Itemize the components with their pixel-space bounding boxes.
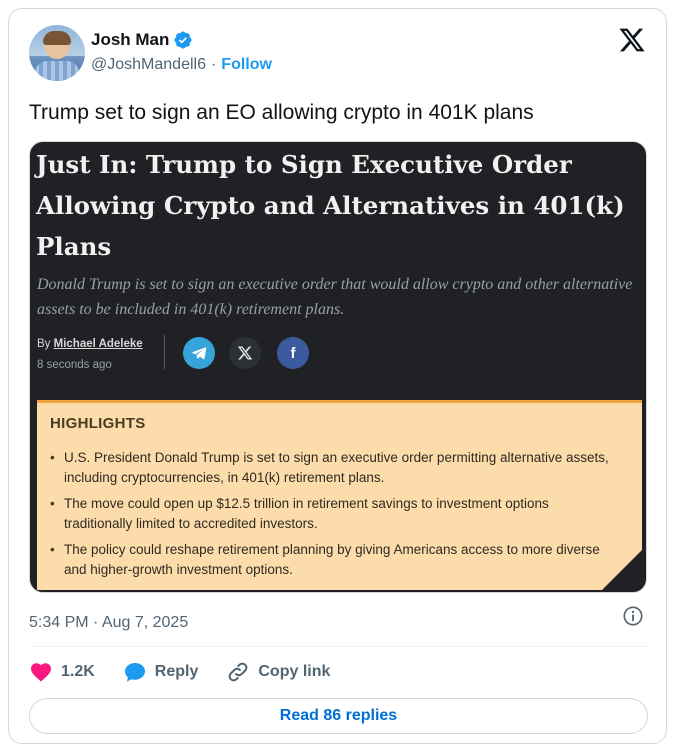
- highlights-list: U.S. President Donald Trump is set to si…: [50, 448, 620, 586]
- author-name-row: Josh Man: [91, 30, 193, 50]
- author-handle-row: @JoshMandell6 · Follow: [91, 56, 272, 74]
- action-bar: 1.2K Reply Copy link: [29, 654, 358, 690]
- article-headline: Just In: Trump to Sign Executive Order A…: [36, 150, 625, 261]
- follow-button[interactable]: Follow: [221, 56, 272, 74]
- byline-divider: [164, 335, 165, 369]
- article-author: Michael Adeleke: [53, 338, 143, 350]
- avatar[interactable]: [29, 25, 85, 81]
- article-time-ago: 8 seconds ago: [37, 359, 112, 371]
- x-logo-icon[interactable]: [618, 26, 646, 54]
- telegram-icon: [192, 347, 207, 360]
- like-count: 1.2K: [61, 663, 95, 680]
- article-subhead: Donald Trump is set to sign an executive…: [37, 276, 633, 318]
- reply-button[interactable]: Reply: [123, 660, 199, 684]
- link-icon: [229, 662, 248, 682]
- x-glyph-icon: [237, 346, 253, 360]
- read-replies-button[interactable]: Read 86 replies: [29, 698, 648, 734]
- highlight-item: U.S. President Donald Trump is set to si…: [50, 448, 620, 487]
- heart-icon: [31, 663, 51, 682]
- highlight-item: The move could open up $12.5 trillion in…: [50, 494, 620, 533]
- facebook-icon: f: [277, 337, 309, 369]
- x-share-icon: [229, 337, 261, 369]
- byline-prefix: By: [37, 338, 51, 350]
- reply-label: Reply: [154, 663, 199, 680]
- reply-bubble-icon: [124, 663, 145, 682]
- highlights-title: HIGHLIGHTS: [50, 415, 146, 432]
- copy-link-label: Copy link: [258, 663, 331, 680]
- tweet-text: Trump set to sign an EO allowing crypto …: [29, 101, 534, 124]
- telegram-share-icon: [183, 337, 215, 369]
- article-image[interactable]: Just In: Trump to Sign Executive Order A…: [29, 141, 647, 593]
- tweet-card: Josh Man @JoshMandell6 · Follow Trump se…: [8, 8, 667, 744]
- copy-link-button[interactable]: Copy link: [226, 660, 330, 684]
- author-name[interactable]: Josh Man: [91, 30, 169, 50]
- verified-badge-icon: [174, 31, 192, 49]
- like-button[interactable]: 1.2K: [29, 660, 95, 684]
- info-icon[interactable]: [622, 605, 644, 627]
- divider: [29, 646, 648, 647]
- tweet-timestamp[interactable]: 5:34 PM · Aug 7, 2025: [29, 614, 188, 632]
- highlights-box: HIGHLIGHTS U.S. President Donald Trump i…: [37, 400, 642, 590]
- separator-dot: ·: [210, 56, 217, 73]
- article-byline: By Michael Adeleke: [37, 338, 143, 350]
- author-handle[interactable]: @JoshMandell6: [91, 56, 206, 74]
- highlight-item: The policy could reshape retirement plan…: [50, 540, 620, 579]
